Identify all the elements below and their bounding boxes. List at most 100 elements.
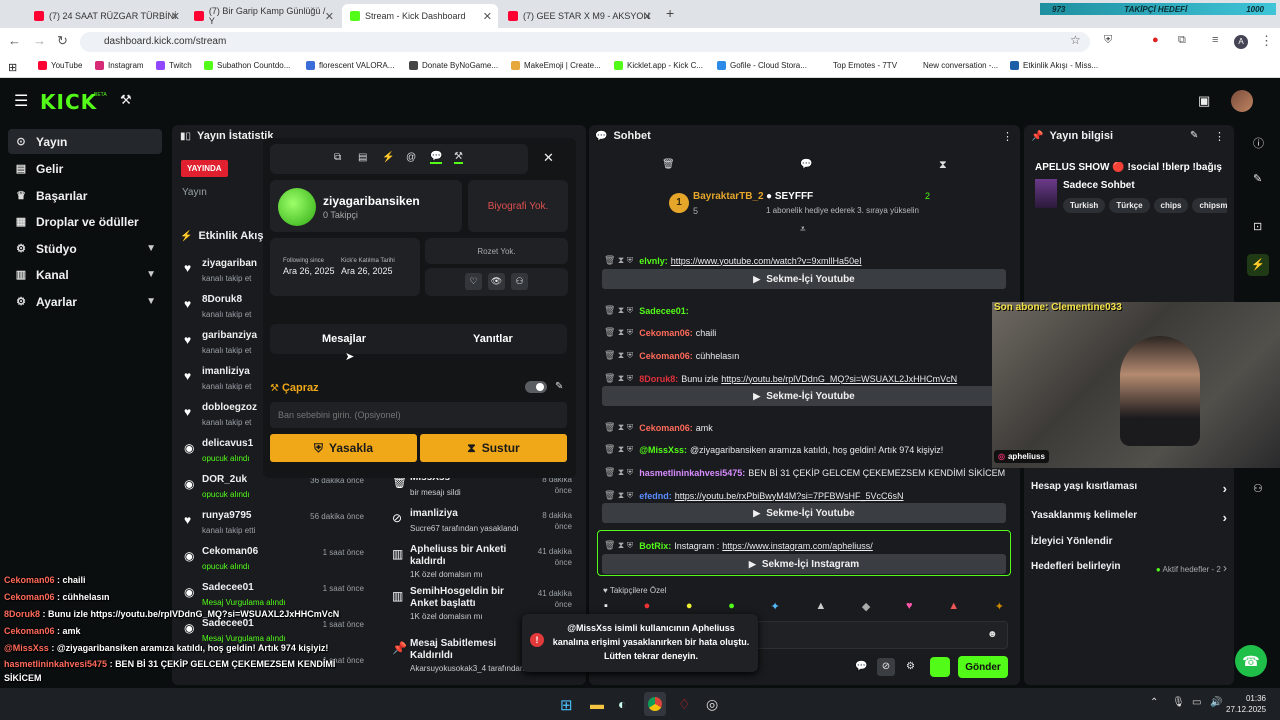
extension-icon[interactable]: ⛨ (1104, 34, 1112, 47)
ban-button[interactable]: ⛨ Yasakla (270, 434, 417, 462)
chat-username[interactable]: efednd: (639, 491, 672, 501)
inline-embed-button[interactable]: ▶ Sekme-İçi Youtube (602, 269, 1006, 289)
chrome-taskbar-button[interactable] (644, 692, 666, 716)
inline-embed-button[interactable]: ▶ Sekme-İçi Youtube (602, 386, 1006, 406)
chat-link[interactable]: https://www.youtube.com/watch?v=9xmllHa5… (671, 256, 862, 266)
tag[interactable]: chipsmu (1192, 198, 1227, 213)
mod-action-icons[interactable]: 🗑 ⧗ ⛨ (604, 327, 633, 338)
pencil-icon[interactable]: ✎ (555, 381, 563, 392)
valorant-icon[interactable]: ♢ (678, 696, 691, 713)
chat-message[interactable]: 🗑 ⧗ ⛨ hasmetlininkahvesi5475: BEN Bİ 31 ÇE… (604, 467, 1008, 478)
chat-username[interactable]: Cekoman06: (639, 423, 693, 433)
mod-action-icons[interactable]: 🗑 ⧗ ⛨ (604, 444, 633, 455)
tab-mesajlar[interactable]: Mesajlar (322, 333, 366, 345)
sidebar-item-gelir[interactable]: ▤ Gelir (8, 156, 162, 181)
mic-icon[interactable]: 🎙 (1172, 697, 1185, 708)
kick-emote-icon[interactable] (930, 657, 950, 677)
edit-icon[interactable]: ✎ (1190, 130, 1198, 141)
folder-icon[interactable]: ▬ (590, 696, 604, 712)
chat-link[interactable]: https://youtu.be/rxPbiBwyM4M?si=7PFBWsHF… (675, 491, 904, 501)
reload-icon[interactable]: ↻ (57, 33, 68, 49)
user-avatar[interactable] (1231, 90, 1253, 112)
network-icon[interactable]: ▭ (1192, 697, 1201, 708)
volume-icon[interactable]: 🔊 (1210, 697, 1222, 708)
lightning-icon[interactable]: ⚡ (382, 152, 394, 163)
sidebar-item-studyo[interactable]: ⚙ Stüdyo ▼ (8, 236, 162, 261)
bookmark[interactable]: Twitch (156, 61, 192, 70)
feed-item[interactable]: ▥ Apheliuss bir Anketi kaldırdı 1K özel do… (384, 544, 584, 584)
browser-tab[interactable]: (7) Bir Garip Kamp Günlüğü / Y ✕ (186, 4, 340, 28)
bookmark[interactable]: Instagram (95, 61, 144, 70)
kick-logo[interactable]: KICK (40, 90, 97, 114)
chat-message[interactable]: 🗑 ⧗ ⛨ Cekoman06: cühhelasın (604, 350, 742, 361)
chat-username[interactable]: 8Doruk8: (639, 374, 678, 384)
heart-icon[interactable]: ♡ (465, 273, 482, 290)
mod-action-icons[interactable]: 🗑 ⧗ ⛨ (604, 422, 633, 433)
forward-icon[interactable]: → (33, 33, 46, 48)
users-icon[interactable]: ⚇ (511, 273, 528, 290)
chat-message[interactable]: 🗑 ⧗ ⛨ Cekoman06: amk (604, 422, 716, 433)
browser-tab[interactable]: (7) 24 SAAT RÜZGAR TÜRBİNİ ✕ (26, 4, 186, 28)
emoji-icon[interactable]: ☻ (987, 629, 998, 640)
focus-icon[interactable]: ⊡ (1253, 220, 1262, 233)
close-tab-icon[interactable]: ✕ (483, 10, 492, 23)
chat-username[interactable]: hasmetlininkahvesi5475: (639, 468, 745, 478)
sidebar-item-basarilar[interactable]: ♛ Başarılar (8, 183, 162, 208)
chat-menu-icon[interactable]: ⋮ (1002, 130, 1013, 143)
browser-tab[interactable]: (7) GEE STAR X M9 - AKSYON ✕ (500, 4, 658, 28)
profile-avatar[interactable]: A (1234, 35, 1248, 49)
apps-icon[interactable]: ⊞ (8, 61, 17, 74)
emote-icon[interactable]: ♥ (906, 600, 913, 616)
extensions-icon[interactable]: ⧉ (1178, 34, 1186, 47)
scroll-down-icon[interactable]: ⩡ (800, 224, 806, 235)
inline-embed-button[interactable]: ▶ Sekme-İçi Youtube (602, 503, 1006, 523)
setting-account-age[interactable]: Hesap yaşı kısıtlaması › (1031, 481, 1227, 496)
feed-item[interactable]: ♥ runya9795 kanalı takip etti 56 dakika önc… (176, 510, 376, 540)
setting-goals[interactable]: Hedefleri belirleyin ● Aktif hedefler - 2… (1031, 561, 1227, 575)
chat-message[interactable]: 🗑 ⧗ ⛨ elvnly: https://www.youtube.com/watc… (604, 255, 862, 266)
hamburger-menu-icon[interactable]: ☰ (14, 91, 28, 111)
close-tab-icon[interactable]: ✕ (325, 10, 334, 23)
no-image-icon[interactable]: ⊘ (877, 658, 895, 676)
info-icon[interactable]: ⓘ (1253, 135, 1264, 151)
bookmark[interactable]: Kicklet.app - Kick C... (614, 61, 703, 70)
extension-icon[interactable]: ● (1152, 34, 1159, 46)
mod-action-icons[interactable]: 🗑 ⧗ ⛨ (604, 255, 633, 266)
feed-item[interactable]: ⊘ imanliziya Sucre67 tarafından yasaklandı… (384, 508, 584, 548)
bookmark[interactable]: florescent VALORA... (306, 61, 394, 70)
chat-username[interactable]: Cekoman06: (639, 328, 693, 338)
mod-action-icons[interactable]: 🗑 ⧗ ⛨ (604, 305, 633, 316)
tag[interactable]: Türkçe (1109, 198, 1150, 213)
chat-username[interactable]: @MissXss: (639, 445, 687, 455)
send-button[interactable]: Gönder (958, 656, 1008, 678)
bookmark[interactable]: Etkinlik Akışı - Miss... (1010, 61, 1098, 70)
browser-tab-active[interactable]: Stream - Kick Dashboard ✕ (342, 4, 498, 28)
bookmark[interactable]: Donate ByNoGame... (409, 61, 498, 70)
tray-chevron-icon[interactable]: ⌃ (1150, 697, 1158, 708)
chat-message[interactable]: 🗑 ⧗ ⛨ Sadecee01: (604, 305, 692, 316)
dashboard-icon[interactable]: ▣ (1198, 93, 1210, 109)
bookmark[interactable]: New conversation -... (910, 61, 998, 70)
mod-action-icons[interactable]: 🗑 ⧗ ⛨ (604, 490, 633, 501)
tag[interactable]: chips (1153, 198, 1189, 213)
emote-icon[interactable]: ◆ (862, 600, 870, 616)
feed-item[interactable]: 🗑MissXssbir mesajı sildi8 dakika önce (384, 472, 584, 512)
mod-action-icons[interactable]: 🗑 ⧗ ⛨ (604, 350, 633, 361)
creator-tools-icon[interactable]: ⚒ (120, 92, 132, 108)
eye-icon[interactable]: 👁 (488, 273, 505, 290)
at-icon[interactable]: @ (406, 152, 416, 163)
lightning-icon[interactable]: ⚡ (1247, 254, 1269, 276)
hammer-icon[interactable]: ⚒ (454, 151, 463, 164)
feed-item[interactable]: ◉ Cekoman06 opucuk alındı 1 saat önce (176, 546, 376, 576)
playlist-icon[interactable]: ≡ (1212, 34, 1218, 46)
edit-icon[interactable]: ✎ (1253, 172, 1262, 185)
setting-banned-words[interactable]: Yasaklanmış kelimeler › (1031, 510, 1227, 525)
setting-raid[interactable]: İzleyici Yönlendir (1031, 536, 1227, 547)
ban-reason-input[interactable] (270, 402, 567, 428)
hourglass-icon[interactable]: ⧗ (939, 159, 947, 172)
emote-icon[interactable]: ✦ (995, 600, 1004, 616)
chat-bubble-icon[interactable]: 💬 (855, 661, 867, 672)
sidebar-item-droplar[interactable]: ▦ Droplar ve ödüller (8, 209, 162, 234)
bookmark-star-icon[interactable]: ☆ (1070, 33, 1081, 47)
sidebar-item-ayarlar[interactable]: ⚙ Ayarlar ▼ (8, 289, 162, 314)
